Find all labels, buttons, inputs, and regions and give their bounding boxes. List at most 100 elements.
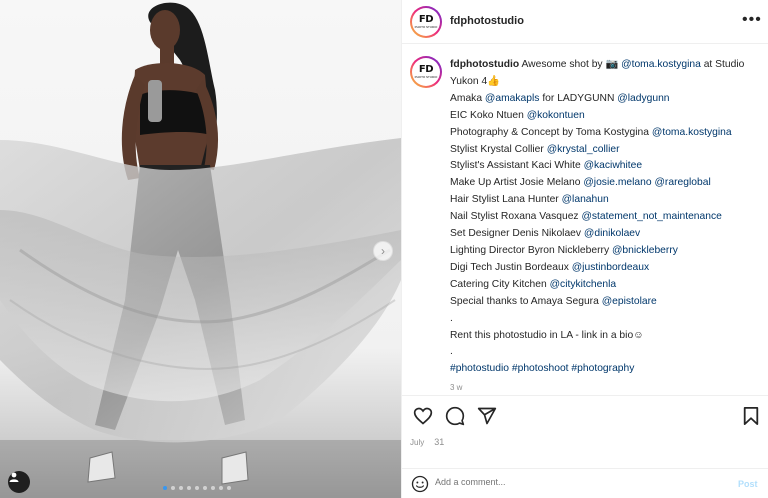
credit-line: Stylist Krystal Collier @krystal_collier: [450, 142, 762, 159]
caption-first-line: fdphotostudio Awesome shot by 📷 @toma.ko…: [450, 57, 762, 91]
credit-line: Nail Stylist Roxana Vasquez @statement_n…: [450, 209, 762, 226]
share-button[interactable]: [476, 405, 498, 427]
credit-text: Nail Stylist Roxana Vasquez: [450, 211, 582, 223]
rent-line: Rent this photostudio in LA - link in a …: [450, 329, 644, 341]
post-date-month: July: [410, 438, 425, 447]
post-date: July 31: [410, 437, 444, 447]
actions-divider: [402, 395, 768, 396]
post-image[interactable]: ›: [0, 0, 401, 498]
credit-text: Catering City Kitchen: [450, 278, 550, 290]
caption-section: FD PHOTO STUDIO fdphotostudio Awesome sh…: [402, 52, 768, 392]
mention-link[interactable]: @rareglobal: [654, 177, 710, 188]
carousel-dot: [195, 486, 199, 490]
credit-line: Catering City Kitchen @citykitchenla: [450, 277, 762, 294]
carousel-dot: [187, 486, 191, 490]
credit-line: Stylist's Assistant Kaci White @kaciwhit…: [450, 158, 762, 175]
mention-link[interactable]: @toma.kostygina: [621, 59, 701, 70]
credit-line: Photography & Concept by Toma Kostygina …: [450, 125, 762, 142]
comment-bar: Post: [402, 468, 768, 498]
credit-lines: Amaka @amakapls for LADYGUNN @ladygunn EI…: [450, 91, 762, 311]
credit-text: Set Designer Denis Nikolaev: [450, 228, 584, 240]
username-link[interactable]: fdphotostudio: [450, 15, 524, 27]
comment-button[interactable]: [444, 405, 466, 427]
mention-link[interactable]: @ladygunn: [617, 93, 669, 104]
mention-link[interactable]: @epistolare: [602, 296, 657, 307]
mention-link[interactable]: @lanahun: [562, 194, 609, 205]
credit-line: Make Up Artist Josie Melano @josie.melan…: [450, 175, 762, 192]
mention-link[interactable]: @kokontuen: [527, 110, 585, 121]
credit-line: Amaka @amakapls for LADYGUNN @ladygunn: [450, 91, 762, 108]
next-slide-button[interactable]: ›: [373, 241, 393, 261]
bookmark-icon: [743, 407, 759, 425]
caption-avatar[interactable]: FD PHOTO STUDIO: [410, 56, 442, 88]
mention-link[interactable]: @bnickleberry: [612, 245, 678, 256]
logo-subtext: PHOTO STUDIO: [414, 25, 438, 29]
logo-text: FD: [418, 14, 434, 25]
credit-line: Digi Tech Justin Bordeaux @justinbordeau…: [450, 260, 762, 277]
carousel-dot: [163, 486, 167, 490]
carousel-dot: [227, 486, 231, 490]
credit-line: Lighting Director Byron Nickleberry @bni…: [450, 243, 762, 260]
post-details-panel: FD PHOTO STUDIO fdphotostudio ••• FD PHO…: [402, 0, 768, 498]
tagged-users-button[interactable]: [8, 471, 30, 493]
comment-input[interactable]: [435, 477, 715, 487]
caption-owner-link[interactable]: fdphotostudio: [450, 59, 519, 70]
caption-text: fdphotostudio Awesome shot by 📷 @toma.ko…: [450, 57, 762, 392]
credit-text: for LADYGUNN: [539, 92, 618, 104]
save-button[interactable]: [740, 405, 762, 427]
mention-link[interactable]: @amakapls: [485, 93, 540, 104]
caption-dot: .: [450, 312, 453, 324]
carousel-dot: [211, 486, 215, 490]
credit-text: Make Up Artist Josie Melano: [450, 177, 584, 189]
logo-subtext: PHOTO STUDIO: [414, 75, 438, 79]
credit-text: Amaka: [450, 92, 485, 104]
user-icon: [9, 472, 19, 482]
studio-logo: FD PHOTO STUDIO: [413, 9, 439, 35]
caption-dot: .: [450, 346, 453, 358]
mention-link[interactable]: @citykitchenla: [550, 279, 617, 290]
mention-link[interactable]: @justinbordeaux: [572, 262, 649, 273]
credit-line: Special thanks to Amaya Segura @epistola…: [450, 294, 762, 311]
carousel-dot: [179, 486, 183, 490]
hashtag-link[interactable]: #photography: [571, 363, 634, 374]
carousel-dot: [203, 486, 207, 490]
carousel-dot: [219, 486, 223, 490]
hashtag-link[interactable]: #photostudio: [450, 363, 509, 374]
credit-text: Hair Stylist Lana Hunter: [450, 194, 562, 206]
carousel-dot: [171, 486, 175, 490]
share-icon: [477, 407, 497, 425]
hashtag-link[interactable]: #photoshoot: [512, 363, 569, 374]
hashtag-line: #photostudio #photoshoot #photography: [450, 361, 762, 378]
post-date-day: 31: [434, 437, 445, 447]
credit-line: Hair Stylist Lana Hunter @lanahun: [450, 192, 762, 209]
avatar[interactable]: FD PHOTO STUDIO: [410, 6, 442, 38]
chevron-right-icon: ›: [381, 244, 385, 258]
mention-link[interactable]: @krystal_collier: [547, 144, 620, 155]
caption-text-segment: Awesome shot by 📷: [519, 59, 622, 70]
post-comment-button[interactable]: Post: [738, 479, 758, 489]
post-actions: [412, 405, 498, 427]
mention-link[interactable]: @josie.melano: [583, 177, 651, 188]
credit-text: Stylist's Assistant Kaci White: [450, 160, 584, 172]
fashion-photo: [0, 2, 401, 498]
mention-link[interactable]: @toma.kostygina: [652, 127, 732, 138]
credit-text: EIC Koko Ntuen: [450, 109, 527, 121]
post-time-ago[interactable]: 3 w: [450, 380, 762, 392]
more-options-icon[interactable]: •••: [742, 11, 762, 29]
like-button[interactable]: [412, 405, 434, 427]
studio-logo: FD PHOTO STUDIO: [413, 59, 439, 85]
credit-text: Special thanks to Amaya Segura: [450, 295, 602, 307]
mention-link[interactable]: @dinikolaev: [584, 228, 640, 239]
credit-text: Photography & Concept by Toma Kostygina: [450, 126, 652, 138]
credit-line: EIC Koko Ntuen @kokontuen: [450, 108, 762, 125]
logo-text: FD: [418, 64, 434, 75]
mention-link[interactable]: @kaciwhitee: [584, 160, 643, 171]
comment-icon: [445, 406, 465, 426]
emoji-icon[interactable]: [411, 475, 429, 493]
heart-icon: [413, 407, 433, 425]
credit-text: Stylist Krystal Collier: [450, 143, 547, 155]
credit-line: Set Designer Denis Nikolaev @dinikolaev: [450, 226, 762, 243]
mention-link[interactable]: @statement_not_maintenance: [581, 211, 721, 222]
carousel-indicator: [163, 486, 231, 490]
post-header: FD PHOTO STUDIO fdphotostudio •••: [402, 0, 768, 44]
